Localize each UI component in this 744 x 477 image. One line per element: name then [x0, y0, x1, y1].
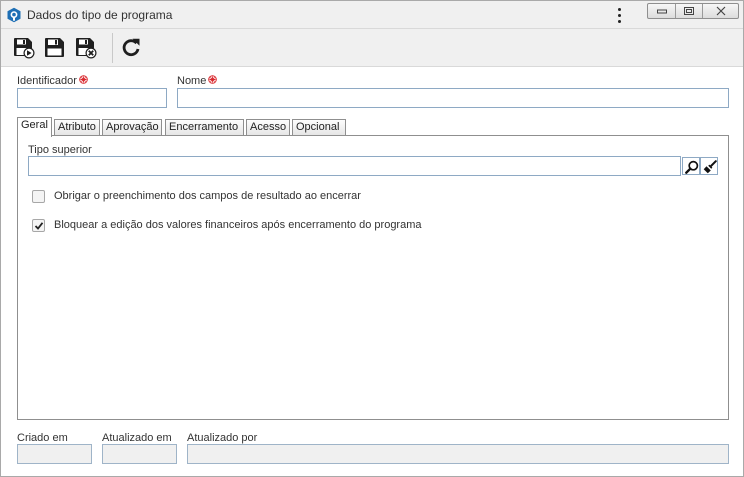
criado-em-input	[17, 444, 92, 464]
tipo-superior-input[interactable]	[28, 156, 681, 176]
toolbar-separator	[112, 33, 113, 63]
tab-encerramento[interactable]: Encerramento	[165, 119, 244, 136]
save-and-close-button[interactable]	[73, 35, 97, 59]
atualizado-por-input	[187, 444, 729, 464]
toolbar	[1, 29, 743, 67]
maximize-button[interactable]	[675, 4, 702, 18]
tab-aprovacao[interactable]: Aprovação	[102, 119, 162, 136]
floppy-disk-x-icon	[76, 38, 97, 59]
required-icon	[208, 75, 218, 84]
tab-geral[interactable]: Geral	[17, 117, 52, 137]
minimize-button[interactable]	[648, 4, 675, 18]
checkmark-icon	[34, 221, 44, 230]
floppy-disk-arrow-icon	[14, 38, 35, 59]
maximize-icon	[684, 7, 694, 15]
atualizado-em-label: Atualizado em	[102, 432, 172, 444]
minimize-icon	[656, 9, 667, 14]
checkbox-row-bloquear[interactable]: Bloquear a edição dos valores financeiro…	[32, 217, 422, 233]
required-icon	[79, 75, 88, 84]
app-logo-icon	[7, 7, 21, 23]
close-button[interactable]	[702, 4, 738, 18]
search-icon	[685, 160, 699, 174]
floppy-disk-icon	[45, 38, 64, 57]
obrigar-preenchimento-label: Obrigar o preenchimento dos campos de re…	[54, 190, 361, 202]
tab-panel-geral: Tipo superior Obrigar o preenchimento do…	[17, 135, 729, 420]
nome-input[interactable]	[177, 88, 729, 108]
criado-em-label: Criado em	[17, 432, 68, 444]
save-and-new-button[interactable]	[11, 35, 35, 59]
atualizado-em-input	[102, 444, 177, 464]
clear-button[interactable]	[700, 157, 718, 175]
eraser-broom-icon	[703, 160, 717, 174]
tab-acesso[interactable]: Acesso	[246, 119, 290, 136]
window-controls	[647, 3, 739, 19]
search-button[interactable]	[682, 157, 700, 175]
tab-opcional[interactable]: Opcional	[292, 119, 346, 136]
dialog-window: Dados do tipo de programa Identificador …	[0, 0, 744, 477]
refresh-icon	[122, 38, 140, 57]
bloquear-edicao-checkbox[interactable]	[32, 218, 45, 232]
kebab-menu-icon[interactable]	[613, 6, 625, 24]
window-title: Dados do tipo de programa	[27, 8, 173, 22]
nome-label: Nome	[177, 75, 218, 87]
bloquear-edicao-label: Bloquear a edição dos valores financeiro…	[54, 219, 422, 231]
identificador-label: Identificador	[17, 75, 88, 87]
refresh-button[interactable]	[118, 35, 142, 59]
tipo-superior-label: Tipo superior	[28, 144, 92, 156]
identificador-input[interactable]	[17, 88, 167, 108]
close-icon	[716, 6, 725, 16]
title-bar[interactable]: Dados do tipo de programa	[1, 1, 743, 29]
checkbox-row-obrigar[interactable]: Obrigar o preenchimento dos campos de re…	[32, 188, 361, 204]
atualizado-por-label: Atualizado por	[187, 432, 258, 444]
save-button[interactable]	[42, 35, 66, 59]
obrigar-preenchimento-checkbox[interactable]	[32, 189, 45, 203]
tab-atributo[interactable]: Atributo	[54, 119, 100, 136]
